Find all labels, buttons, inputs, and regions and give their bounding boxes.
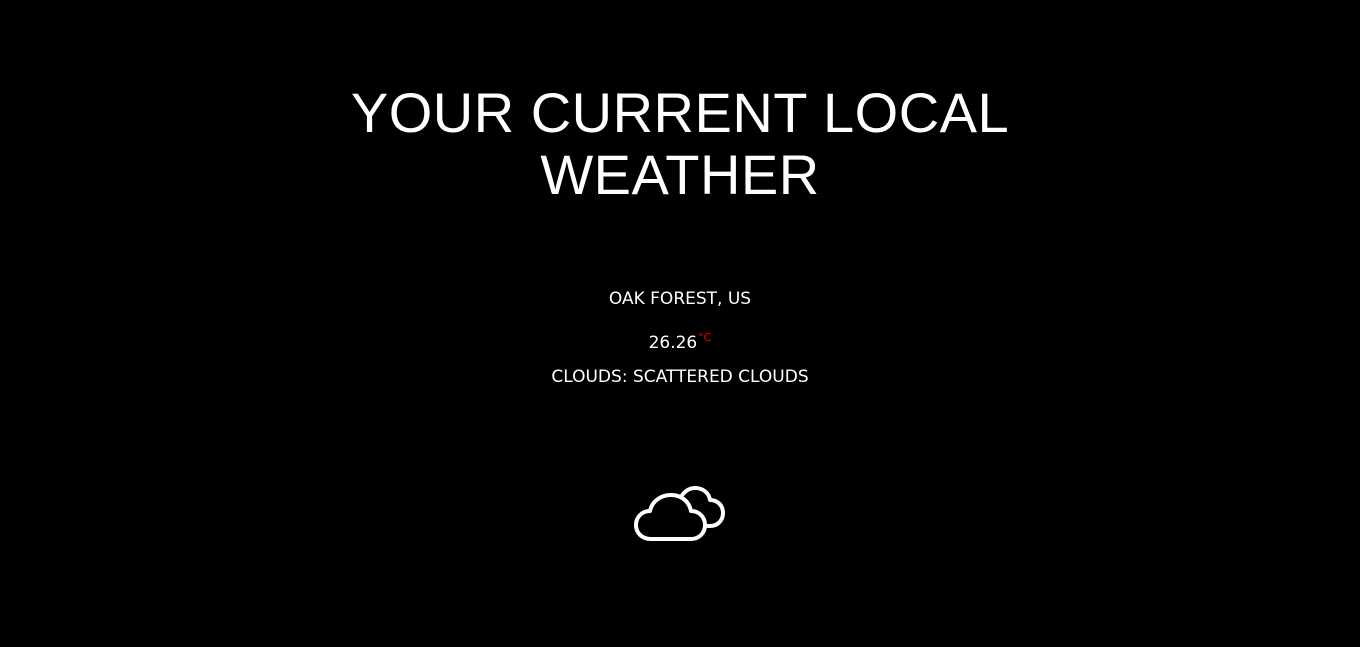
temperature-row: 26.26°C — [0, 325, 1360, 364]
page-title: YOUR CURRENT LOCAL WEATHER — [0, 82, 1360, 206]
weather-description: CLOUDS: SCATTERED CLOUDS — [551, 367, 809, 387]
page-title-line-2: WEATHER — [540, 143, 820, 206]
weather-info: OAK FOREST, US 26.26°C CLOUDS: SCATTERED… — [0, 286, 1360, 403]
scattered-clouds-icon — [633, 480, 727, 544]
temperature-value: 26.26 — [648, 333, 698, 353]
page-title-line-1: YOUR CURRENT LOCAL — [350, 81, 1010, 144]
location-text: OAK FOREST, US — [608, 289, 752, 309]
temperature-unit-toggle[interactable]: °C — [698, 331, 711, 344]
